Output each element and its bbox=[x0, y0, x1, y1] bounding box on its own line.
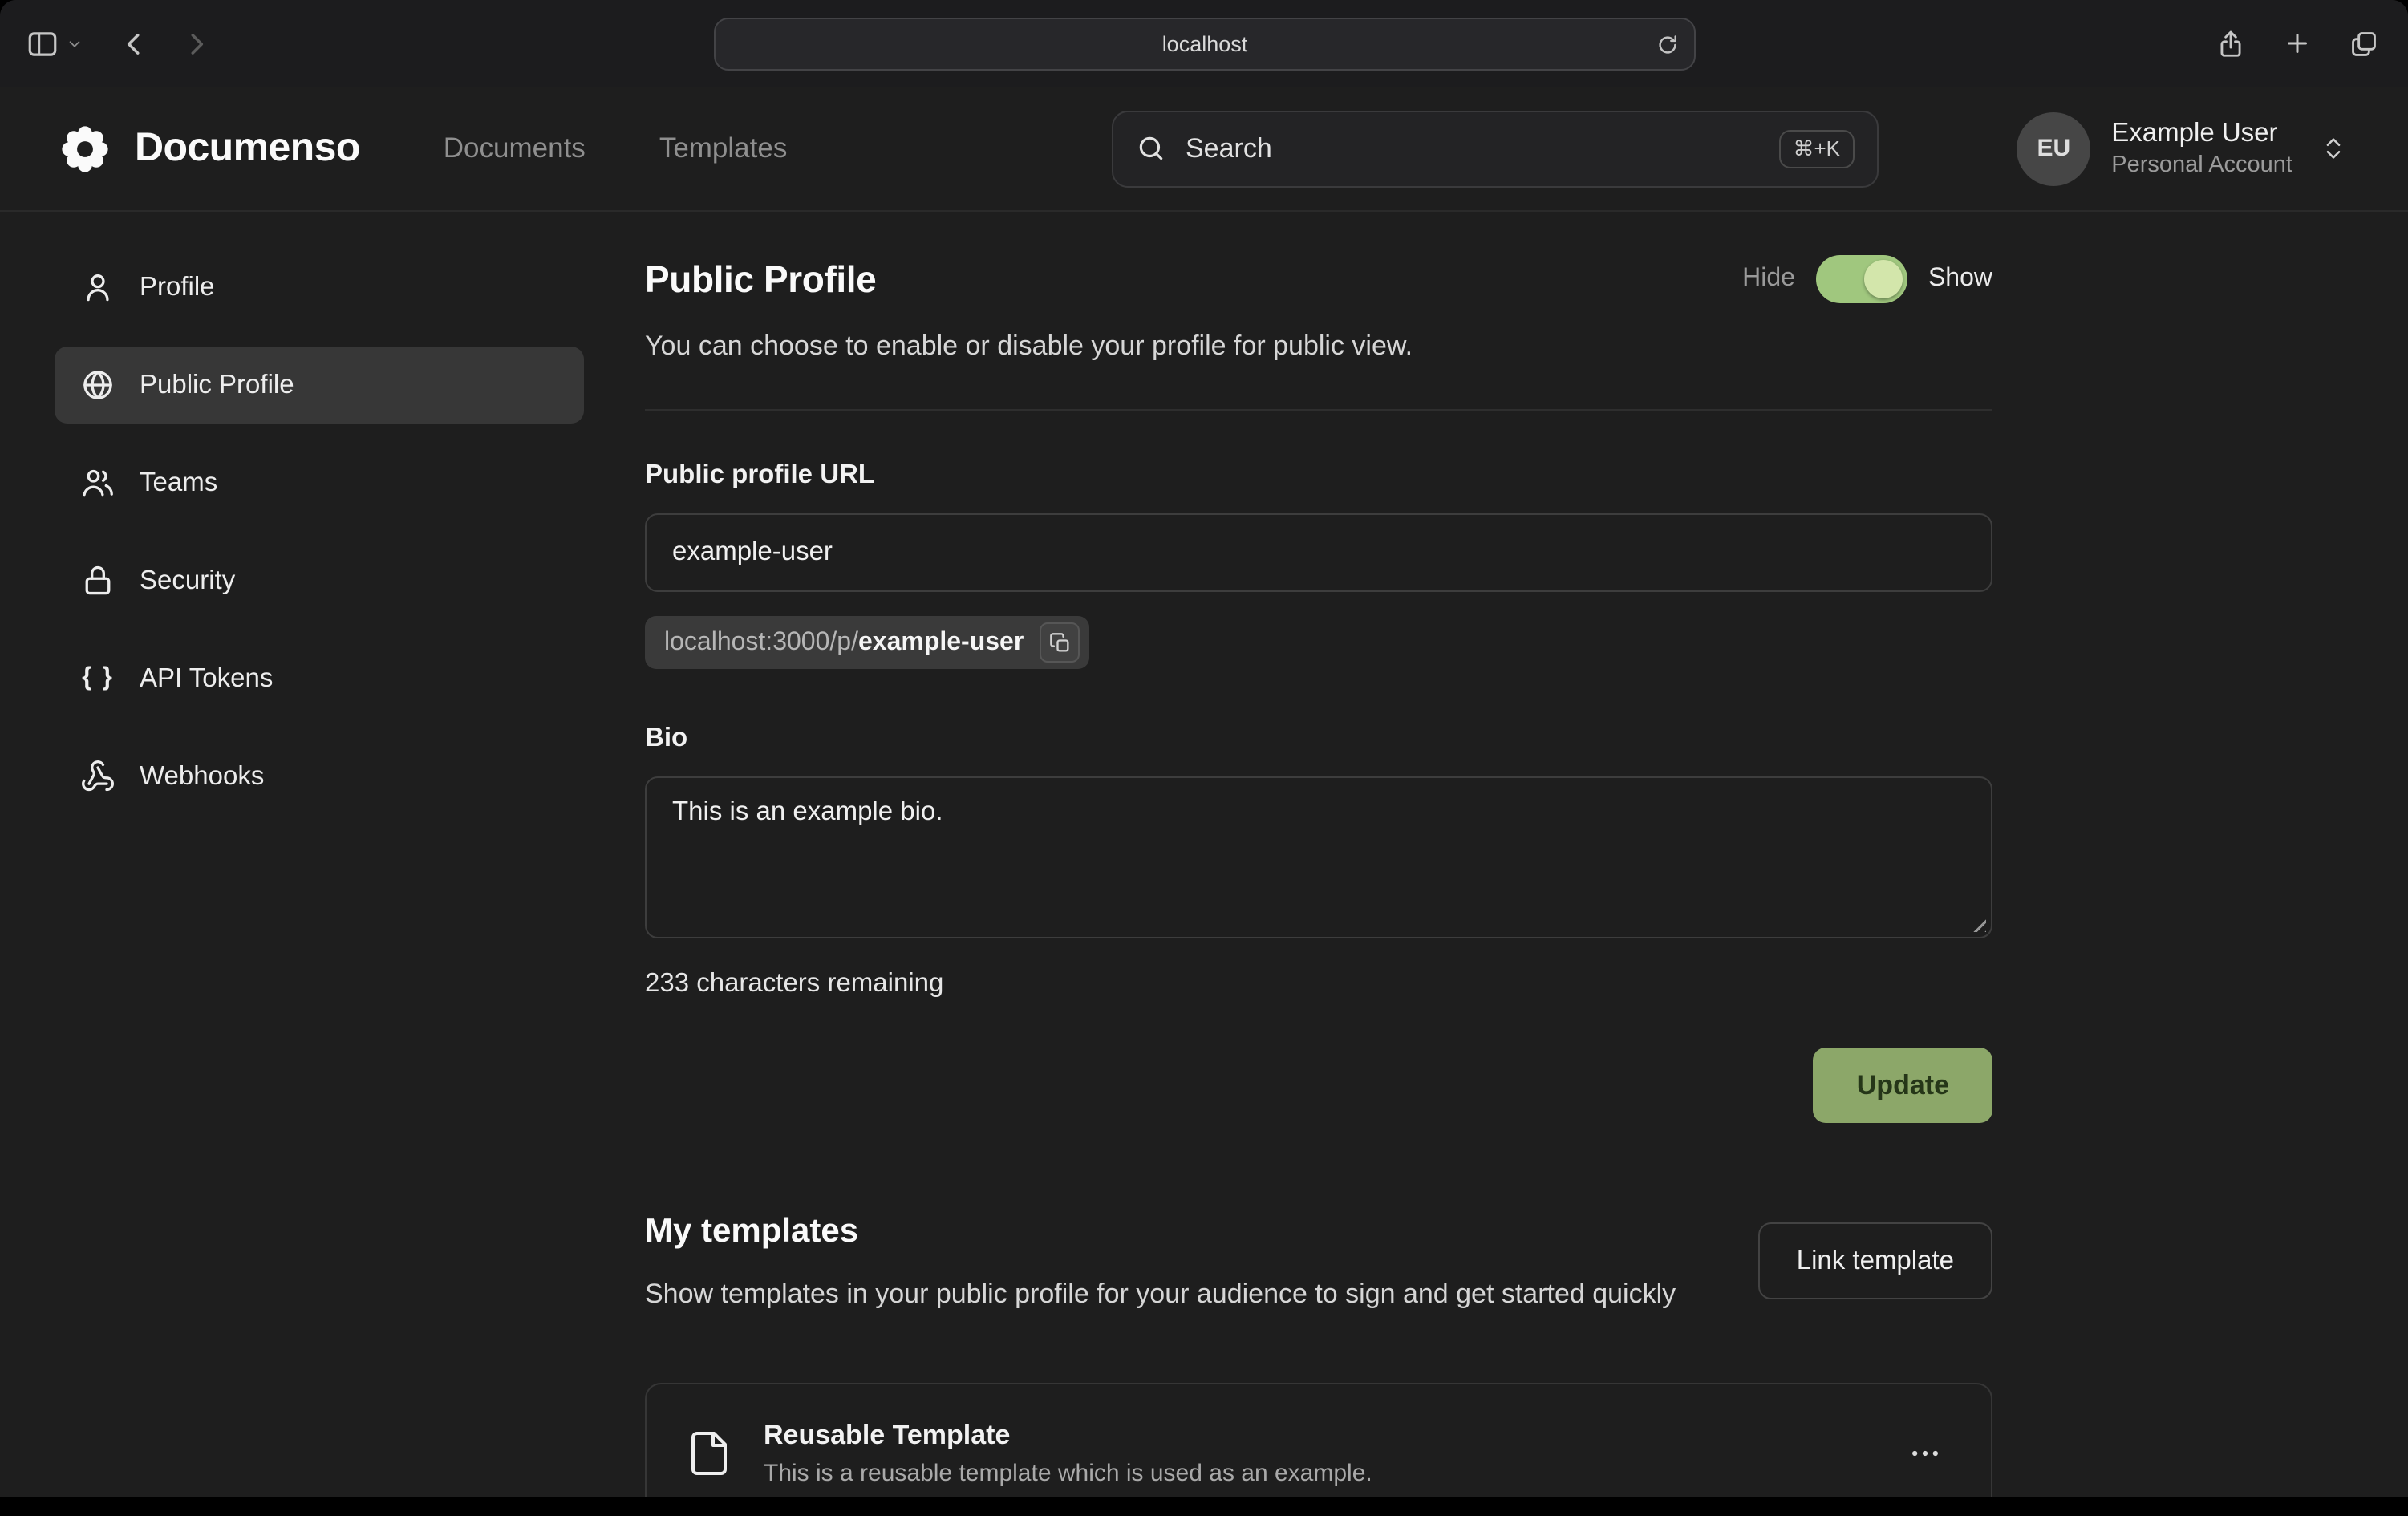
page-title: Public Profile bbox=[645, 257, 876, 301]
reload-icon[interactable] bbox=[1656, 32, 1680, 56]
profile-link-text: localhost:3000/p/example-user bbox=[664, 628, 1024, 657]
back-button-icon[interactable] bbox=[119, 28, 149, 59]
sidebar-item-api-tokens[interactable]: { } API Tokens bbox=[55, 640, 584, 717]
new-tab-icon[interactable] bbox=[2283, 29, 2312, 58]
search-bar[interactable]: Search ⌘+K bbox=[1112, 110, 1879, 187]
brand[interactable]: Documenso bbox=[58, 121, 360, 176]
documenso-logo-icon bbox=[58, 121, 112, 176]
nav-documents[interactable]: Documents bbox=[444, 132, 586, 165]
sidebar-item-public-profile[interactable]: Public Profile bbox=[55, 347, 584, 424]
sidebar-item-label: Public Profile bbox=[140, 370, 294, 400]
nav-templates[interactable]: Templates bbox=[659, 132, 788, 165]
more-options-icon[interactable] bbox=[1898, 1427, 1952, 1482]
main-content: Public Profile Hide Show You can choose … bbox=[645, 212, 1992, 1497]
screen: localhost bbox=[0, 0, 2408, 1516]
address-bar-url: localhost bbox=[1162, 32, 1248, 56]
chevrons-up-down-icon bbox=[2320, 135, 2347, 162]
browser-toolbar: localhost bbox=[0, 0, 2408, 87]
update-button[interactable]: Update bbox=[1814, 1048, 1992, 1123]
avatar: EU bbox=[2017, 111, 2090, 185]
sidebar-item-profile[interactable]: Profile bbox=[55, 249, 584, 326]
sidebar-item-label: Teams bbox=[140, 468, 217, 498]
show-label: Show bbox=[1928, 265, 1992, 294]
hide-label: Hide bbox=[1742, 265, 1795, 294]
webhook-icon bbox=[80, 759, 116, 794]
search-icon bbox=[1136, 133, 1166, 164]
file-icon bbox=[685, 1430, 733, 1478]
templates-header-text: My templates Show templates in your publ… bbox=[645, 1213, 1676, 1316]
sidebar-toggle-icon[interactable] bbox=[26, 26, 59, 60]
sidebar-item-label: Profile bbox=[140, 272, 215, 302]
main-nav: Documents Templates bbox=[444, 132, 788, 165]
page-subtitle: You can choose to enable or disable your… bbox=[645, 330, 1992, 363]
template-card-text: Reusable Template This is a reusable tem… bbox=[764, 1421, 1372, 1488]
settings-sidebar: Profile Public Profile Teams Security { … bbox=[55, 249, 584, 836]
braces-icon: { } bbox=[80, 664, 116, 693]
user-icon bbox=[80, 270, 116, 305]
app-header: Documenso Documents Templates Search ⌘+K… bbox=[0, 87, 2408, 212]
browser-window: localhost bbox=[0, 0, 2408, 1497]
template-description: This is a reusable template which is use… bbox=[764, 1461, 1372, 1488]
visibility-toggle[interactable] bbox=[1816, 255, 1907, 303]
account-type: Personal Account bbox=[2111, 152, 2292, 178]
globe-icon bbox=[80, 367, 116, 403]
sidebar-item-label: API Tokens bbox=[140, 663, 273, 694]
profile-visibility-control: Hide Show bbox=[1742, 255, 1992, 303]
profile-link-badge: localhost:3000/p/example-user bbox=[645, 616, 1089, 669]
user-menu[interactable]: EU Example User Personal Account bbox=[2017, 111, 2347, 185]
toggle-knob bbox=[1864, 260, 1903, 298]
link-template-button[interactable]: Link template bbox=[1758, 1222, 1992, 1299]
templates-section-title: My templates bbox=[645, 1213, 1676, 1251]
bio-field-label: Bio bbox=[645, 724, 1992, 754]
brand-name: Documenso bbox=[135, 125, 360, 172]
sidebar-item-security[interactable]: Security bbox=[55, 542, 584, 619]
account-name: Example User bbox=[2111, 119, 2292, 149]
toolbar-right bbox=[2215, 0, 2379, 87]
sidebar-item-webhooks[interactable]: Webhooks bbox=[55, 738, 584, 815]
search-placeholder: Search bbox=[1186, 132, 1272, 164]
url-field-label: Public profile URL bbox=[645, 460, 1992, 491]
sidebar-menu-chevron-icon[interactable] bbox=[66, 34, 83, 52]
copy-button[interactable] bbox=[1040, 622, 1080, 663]
template-card[interactable]: Reusable Template This is a reusable tem… bbox=[645, 1384, 1992, 1497]
tab-overview-icon[interactable] bbox=[2349, 28, 2379, 59]
characters-remaining: 233 characters remaining bbox=[645, 969, 1992, 999]
bio-textarea[interactable]: This is an example bio. bbox=[645, 776, 1992, 938]
templates-section-description: Show templates in your public profile fo… bbox=[645, 1274, 1676, 1316]
users-icon bbox=[80, 465, 116, 501]
share-icon[interactable] bbox=[2215, 28, 2246, 59]
forward-button-icon[interactable] bbox=[181, 28, 212, 59]
sidebar-item-teams[interactable]: Teams bbox=[55, 444, 584, 521]
template-name: Reusable Template bbox=[764, 1421, 1372, 1453]
account-text: Example User Personal Account bbox=[2111, 119, 2292, 178]
profile-url-input[interactable] bbox=[645, 513, 1992, 592]
search-shortcut-badge: ⌘+K bbox=[1778, 129, 1855, 168]
sidebar-item-label: Security bbox=[140, 565, 235, 596]
lock-icon bbox=[80, 563, 116, 598]
address-bar[interactable]: localhost bbox=[714, 18, 1696, 71]
toolbar-left bbox=[26, 0, 212, 87]
sidebar-item-label: Webhooks bbox=[140, 761, 264, 792]
divider bbox=[645, 409, 1992, 411]
